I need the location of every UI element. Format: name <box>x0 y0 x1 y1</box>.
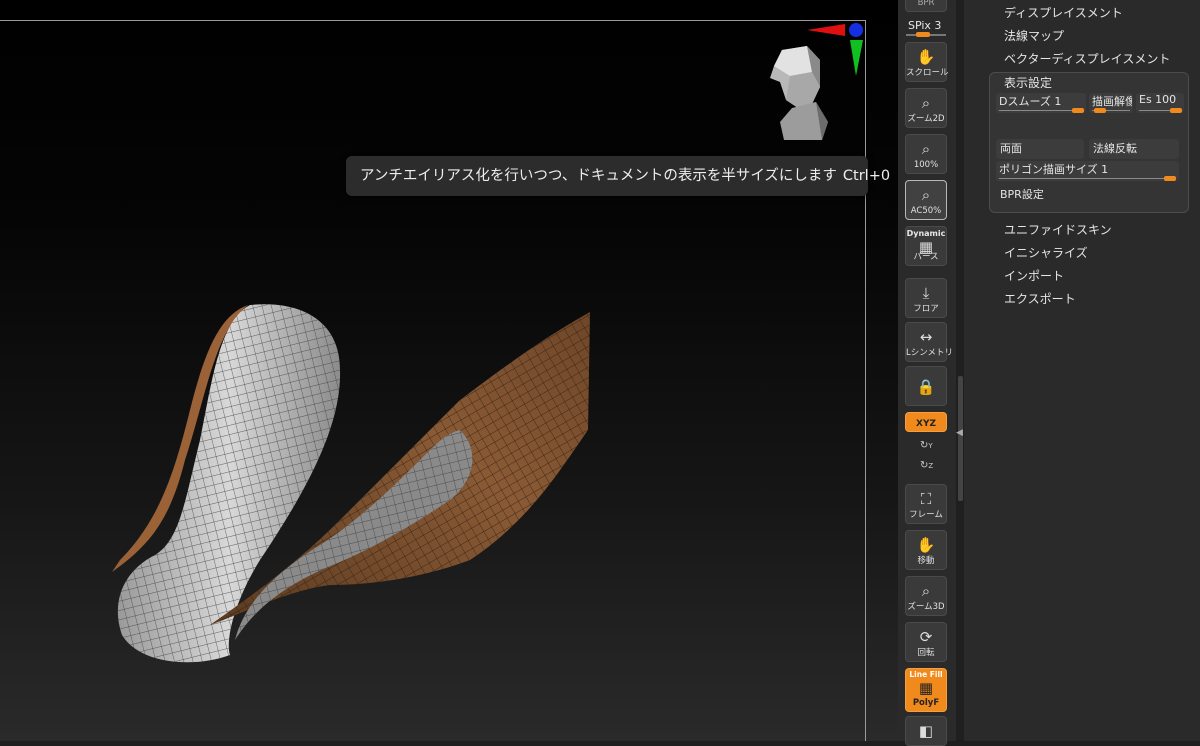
tool-palette: ディスプレイスメント 法線マップ ベクターディスプレイスメント 表示設定 Dスム… <box>964 0 1200 741</box>
magnifier-icon: ⌕ <box>921 186 931 204</box>
import-menu[interactable]: インポート <box>1004 267 1064 284</box>
displacement-menu[interactable]: ディスプレイスメント <box>1004 4 1123 21</box>
floor-icon: ⤓ <box>922 284 930 302</box>
bpr-label: BPR <box>917 0 935 8</box>
dsmooth-label: Dスムーズ 1 <box>999 95 1062 108</box>
zoom2d-button[interactable]: ⌕ ズーム2D <box>905 88 947 128</box>
bpr-settings-button[interactable]: BPR設定 <box>996 185 1116 205</box>
spix-slider-knob[interactable] <box>916 32 930 37</box>
y-rotation-button[interactable]: ↻Y <box>920 440 933 451</box>
y-rotation-label: Y <box>928 442 933 450</box>
magnifier-icon: ⌕ <box>921 140 931 158</box>
move-label: 移動 <box>917 556 935 566</box>
x-axis-arrow <box>807 24 845 36</box>
polygon-draw-size-slider[interactable]: ポリゴン描画サイズ 1 <box>996 161 1179 181</box>
es-label: Es 100 <box>1139 93 1177 106</box>
shelf-scrollbar[interactable] <box>958 376 963 501</box>
y-axis-arrow <box>850 40 863 76</box>
ac50-label: AC50% <box>910 206 942 216</box>
ghost-icon: ◧ <box>918 722 934 740</box>
display-properties-panel: 表示設定 Dスムーズ 1 描画解像 Es 100 両面 法線反転 ポリゴン描画サ… <box>989 72 1189 213</box>
actual-size-button[interactable]: ⌕ 100% <box>905 134 947 174</box>
frame-icon: ⛶ <box>920 490 932 508</box>
scroll-button[interactable]: ✋ スクロール <box>905 42 949 82</box>
document-viewport[interactable]: アンチエイリアス化を行いつつ、ドキュメントの表示を半サイズにします Ctrl+0 <box>0 0 898 741</box>
move-button[interactable]: ✋ 移動 <box>905 530 947 570</box>
bpr-button[interactable]: BPR <box>905 0 947 12</box>
rotate-button[interactable]: ⟳ 回転 <box>905 622 947 662</box>
local-symmetry-label: Lシンメトリ <box>906 348 953 358</box>
right-shelf: BPR SPix 3 ✋ スクロール ⌕ ズーム2D ⌕ 100% ⌕ AC50… <box>898 0 956 746</box>
slider-track <box>999 110 1083 111</box>
tooltip-text: アンチエイリアス化を行いつつ、ドキュメントの表示を半サイズにします <box>360 168 837 184</box>
z-rotation-button[interactable]: ↻Z <box>920 460 933 471</box>
double-sided-button[interactable]: 両面 <box>996 139 1084 159</box>
slider-knob[interactable] <box>1072 108 1084 113</box>
dsmooth-slider[interactable]: Dスムーズ 1 <box>996 93 1086 113</box>
frame-button[interactable]: ⛶ フレーム <box>905 484 947 524</box>
collapse-arrow-icon[interactable]: ◀ <box>956 428 963 438</box>
head-orientation-gizmo[interactable] <box>762 42 834 142</box>
antialiased-half-size-button[interactable]: ⌕ AC50% <box>905 180 947 220</box>
transp-lock-button[interactable]: 🔒 <box>905 366 947 406</box>
xyz-label: XYZ <box>916 419 936 429</box>
perspective-label: パース <box>913 252 939 262</box>
zoom3d-button[interactable]: ⌕ ズーム3D <box>905 576 947 616</box>
draw-resolution-slider[interactable]: 描画解像 <box>1089 93 1133 113</box>
spix-slider[interactable] <box>906 32 946 37</box>
slider-knob[interactable] <box>1164 176 1176 181</box>
unified-skin-menu[interactable]: ユニファイドスキン <box>1004 221 1112 238</box>
slider-knob[interactable] <box>1170 108 1182 113</box>
magnifier-icon: ⌕ <box>921 94 931 112</box>
tooltip: アンチエイリアス化を行いつつ、ドキュメントの表示を半サイズにします Ctrl+0 <box>346 156 890 196</box>
hand-icon: ✋ <box>916 536 936 554</box>
lock-icon: 🔒 <box>916 378 936 396</box>
export-menu[interactable]: エクスポート <box>1004 290 1076 307</box>
normal-map-menu[interactable]: 法線マップ <box>1004 27 1064 44</box>
slider-knob[interactable] <box>1094 108 1106 113</box>
floor-button[interactable]: ⤓ フロア <box>905 278 947 318</box>
tooltip-shortcut: Ctrl+0 <box>842 168 891 184</box>
initialize-menu[interactable]: イニシャライズ <box>1004 244 1088 261</box>
magnifier-icon: ⌕ <box>921 582 931 600</box>
symmetry-arrows-icon: ↔ <box>919 328 933 346</box>
z-rotation-label: Z <box>928 462 934 470</box>
edge-size-slider[interactable]: Es 100 <box>1136 93 1184 113</box>
vector-displacement-menu[interactable]: ベクターディスプレイスメント <box>1004 50 1170 67</box>
perspective-button[interactable]: Dynamic ▦ パース <box>905 226 947 266</box>
spix-slider-label: SPix 3 <box>908 19 942 32</box>
draw-res-label: 描画解像 <box>1092 95 1132 108</box>
slider-track <box>999 178 1176 179</box>
polyf-label: PolyF <box>912 698 940 708</box>
zoom3d-label: ズーム3D <box>907 602 945 612</box>
polyframe-button[interactable]: Line Fill ▦ PolyF <box>905 668 947 712</box>
hand-icon: ✋ <box>916 48 936 66</box>
flip-normals-button[interactable]: 法線反転 <box>1089 139 1179 159</box>
transparency-button[interactable]: ◧ <box>905 716 947 746</box>
xyz-rotation-button[interactable]: XYZ <box>905 412 947 432</box>
local-symmetry-button[interactable]: ↔ Lシンメトリ <box>905 322 953 362</box>
rotate-label: 回転 <box>917 648 935 658</box>
scroll-label: スクロール <box>906 68 949 78</box>
actual-size-label: 100% <box>913 160 939 170</box>
rotate-icon: ⟳ <box>919 628 933 646</box>
floor-label: フロア <box>913 304 939 314</box>
polyframe-grid-icon: ▦ <box>918 679 934 697</box>
display-properties-title[interactable]: 表示設定 <box>1004 74 1052 91</box>
z-axis-dot <box>849 23 863 37</box>
frame-label: フレーム <box>909 510 943 520</box>
zoom2d-label: ズーム2D <box>907 114 945 124</box>
polygon-size-label: ポリゴン描画サイズ 1 <box>999 163 1109 176</box>
